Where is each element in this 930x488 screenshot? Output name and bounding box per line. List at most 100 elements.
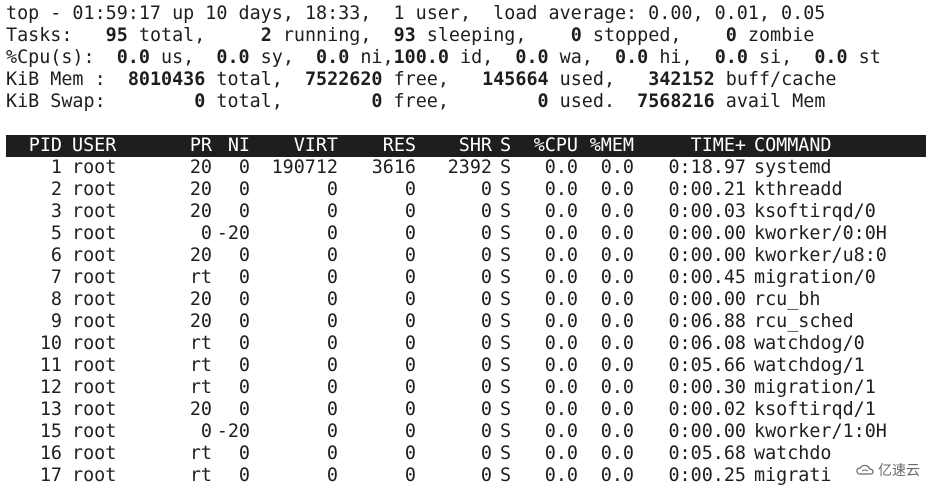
- cell-command: ksoftirqd/1: [754, 399, 876, 420]
- cell-command: systemd: [754, 157, 832, 178]
- cell-ni: 0: [238, 179, 250, 200]
- cell-shr: 0: [480, 355, 492, 376]
- header-time[interactable]: TIME+: [640, 135, 746, 157]
- cell-virt: 0: [326, 465, 338, 486]
- header-command[interactable]: COMMAND: [754, 135, 930, 157]
- cell-shr: 0: [480, 179, 492, 200]
- header-virt[interactable]: VIRT: [254, 135, 338, 157]
- cell-cpu: 0.0: [544, 377, 578, 398]
- cell-ni: 0: [238, 465, 250, 486]
- cell-pr: rt: [189, 355, 212, 376]
- cell-cpu: 0.0: [544, 421, 578, 442]
- cell-time: 0:00.30: [668, 377, 746, 398]
- cell-res: 0: [404, 421, 416, 442]
- cell-virt: 0: [326, 289, 338, 310]
- process-row[interactable]: 12 root rt 0 0 0 0 S 0.0 0.0 0:00.30 migration/1: [6, 377, 926, 399]
- header-user[interactable]: USER: [72, 135, 172, 157]
- cell-res: 0: [404, 377, 416, 398]
- swap-used: 0: [537, 91, 549, 112]
- cell-pid: 10: [39, 333, 62, 354]
- cell-cpu: 0.0: [544, 333, 578, 354]
- cell-shr: 2392: [447, 157, 492, 178]
- cell-ni: -20: [216, 421, 250, 442]
- cell-pr: 20: [189, 201, 212, 222]
- cell-pid: 3: [50, 201, 62, 222]
- cell-pr: rt: [189, 465, 212, 486]
- cell-shr: 0: [480, 223, 492, 244]
- process-row[interactable]: 17 root rt 0 0 0 0 S 0.0 0.0 0:00.25 migrati: [6, 465, 926, 487]
- cell-res: 0: [404, 311, 416, 332]
- cell-mem: 0.0: [600, 223, 634, 244]
- cell-pr: 20: [189, 311, 212, 332]
- cell-cpu: 0.0: [544, 355, 578, 376]
- cpu-sy: 0.0: [216, 47, 250, 68]
- cell-ni: 0: [238, 245, 250, 266]
- cell-command: kworker/1:0H: [754, 421, 887, 442]
- tasks-label: Tasks:: [6, 25, 73, 46]
- cell-mem: 0.0: [600, 179, 634, 200]
- process-row[interactable]: 6 root 20 0 0 0 0 S 0.0 0.0 0:00.00 kworker/u8:0: [6, 245, 926, 267]
- header-cpu[interactable]: %CPU: [526, 135, 578, 157]
- header-ni[interactable]: NI: [212, 135, 250, 157]
- cell-pr: 20: [189, 157, 212, 178]
- process-row[interactable]: 3 root 20 0 0 0 0 S 0.0 0.0 0:00.03 ksoftirqd/0: [6, 201, 926, 223]
- uptime-line: top - 01:59:17 up 10 days, 18:33, 1 user…: [6, 3, 826, 24]
- cell-time: 0:00.00: [668, 245, 746, 266]
- cell-state: S: [500, 399, 512, 420]
- process-row[interactable]: 2 root 20 0 0 0 0 S 0.0 0.0 0:00.21 kthreadd: [6, 179, 926, 201]
- process-row[interactable]: 8 root 20 0 0 0 0 S 0.0 0.0 0:00.00 rcu_bh: [6, 289, 926, 311]
- cell-cpu: 0.0: [544, 223, 578, 244]
- cell-pid: 5: [50, 223, 62, 244]
- process-row[interactable]: 15 root 0 -20 0 0 0 S 0.0 0.0 0:00.00 kworker/1:0H: [6, 421, 926, 443]
- cell-mem: 0.0: [600, 157, 634, 178]
- cell-cpu: 0.0: [544, 399, 578, 420]
- cell-ni: 0: [238, 443, 250, 464]
- process-table: 1 root 20 0 190712 3616 2392 S 0.0 0.0 0:18.97 syst…: [6, 157, 926, 487]
- cell-user: root: [72, 245, 117, 266]
- header-pr[interactable]: PR: [168, 135, 212, 157]
- cell-virt: 0: [326, 421, 338, 442]
- cell-pr: rt: [189, 443, 212, 464]
- cell-state: S: [500, 377, 512, 398]
- cell-pid: 13: [39, 399, 62, 420]
- cell-pr: rt: [189, 377, 212, 398]
- header-res[interactable]: RES: [338, 135, 416, 157]
- process-row[interactable]: 1 root 20 0 190712 3616 2392 S 0.0 0.0 0:18.97 syst…: [6, 157, 926, 179]
- mem-used: 145664: [482, 69, 549, 90]
- cell-pr: 0: [200, 223, 212, 244]
- cell-cpu: 0.0: [544, 179, 578, 200]
- cell-time: 0:05.66: [668, 355, 746, 376]
- process-row[interactable]: 16 root rt 0 0 0 0 S 0.0 0.0 0:05.68 watchdo: [6, 443, 926, 465]
- cell-virt: 0: [326, 333, 338, 354]
- cell-ni: 0: [238, 311, 250, 332]
- cell-time: 0:00.00: [668, 223, 746, 244]
- cell-time: 0:00.02: [668, 399, 746, 420]
- mem-label: KiB Mem :: [6, 69, 106, 90]
- cell-mem: 0.0: [600, 201, 634, 222]
- mem-total: 8010436: [127, 69, 206, 90]
- process-row[interactable]: 5 root 0 -20 0 0 0 S 0.0 0.0 0:00.00 kworker/0:0H: [6, 223, 926, 245]
- cell-time: 0:00.03: [668, 201, 746, 222]
- cpu-line: %Cpu(s): 0.0 us, 0.0 sy, 0.0 ni,100.0 id…: [6, 47, 881, 68]
- cell-ni: 0: [238, 333, 250, 354]
- header-mem[interactable]: %MEM: [584, 135, 634, 157]
- tasks-stopped: 0: [570, 25, 582, 46]
- cell-state: S: [500, 289, 512, 310]
- cell-shr: 0: [480, 311, 492, 332]
- process-row[interactable]: 10 root rt 0 0 0 0 S 0.0 0.0 0:06.08 watchdog/0: [6, 333, 926, 355]
- header-pid[interactable]: PID: [6, 135, 62, 157]
- cell-res: 0: [404, 333, 416, 354]
- cell-pr: 0: [200, 421, 212, 442]
- header-shr[interactable]: SHR: [416, 135, 492, 157]
- tasks-running: 2: [260, 25, 272, 46]
- process-row[interactable]: 11 root rt 0 0 0 0 S 0.0 0.0 0:05.66 watchdog/1: [6, 355, 926, 377]
- cell-time: 0:05.68: [668, 443, 746, 464]
- cell-pid: 17: [39, 465, 62, 486]
- cell-pr: rt: [189, 333, 212, 354]
- process-row[interactable]: 13 root 20 0 0 0 0 S 0.0 0.0 0:00.02 ksoftirqd/1: [6, 399, 926, 421]
- process-row[interactable]: 9 root 20 0 0 0 0 S 0.0 0.0 0:06.88 rcu_sched: [6, 311, 926, 333]
- cell-virt: 0: [326, 223, 338, 244]
- header-state[interactable]: S: [500, 135, 516, 157]
- cpu-si: 0.0: [714, 47, 748, 68]
- process-row[interactable]: 7 root rt 0 0 0 0 S 0.0 0.0 0:00.45 migration/0: [6, 267, 926, 289]
